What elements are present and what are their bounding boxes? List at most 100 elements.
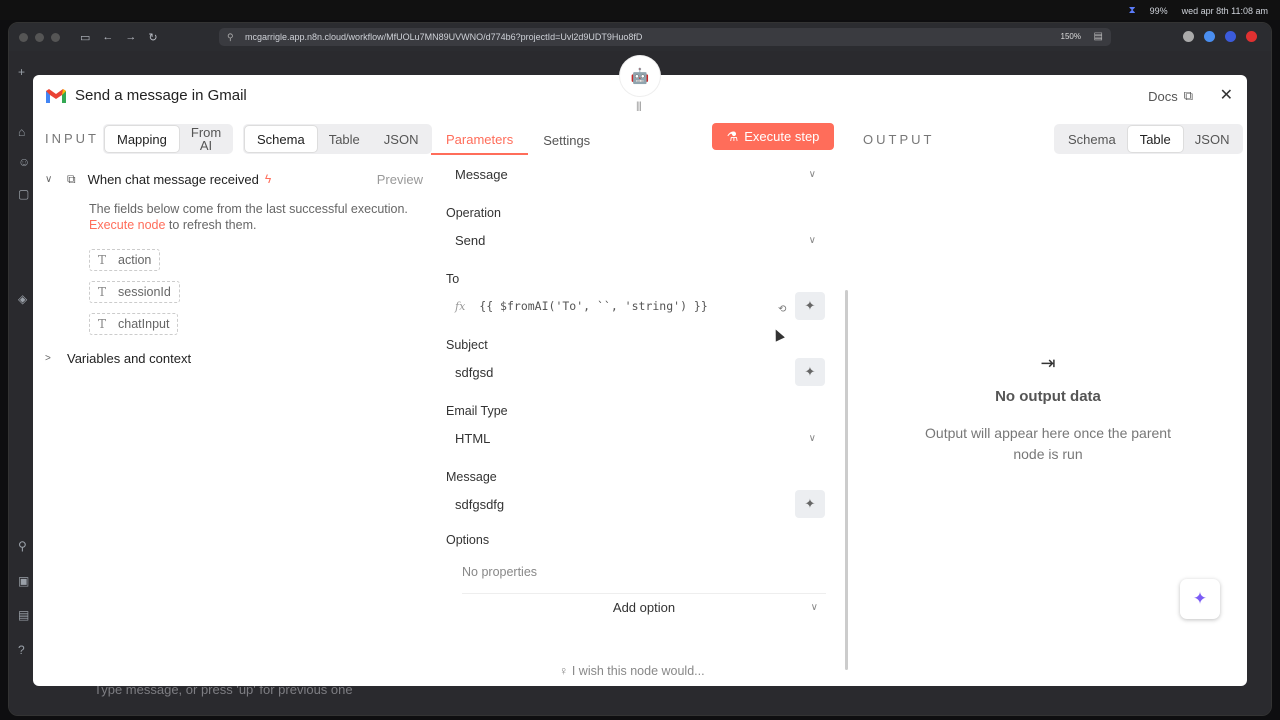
lightbulb-icon: ♀ [559, 664, 569, 678]
zoom-level[interactable]: 150% [1061, 32, 1081, 41]
chevron-down-icon: ∨ [808, 432, 816, 444]
output-view-toggle: Schema Table JSON [1054, 124, 1244, 154]
email-type-label: Email Type [446, 404, 508, 418]
from-ai-sparkle-icon[interactable]: ✦ [795, 292, 825, 320]
input-json-tab[interactable]: JSON [372, 126, 431, 152]
schema-field-chatinput[interactable]: T chatInput [89, 313, 179, 335]
from-ai-sparkle-icon[interactable]: ✦ [795, 490, 825, 518]
chevron-down-icon: ∨ [808, 234, 816, 246]
window-controls[interactable] [19, 32, 60, 42]
input-view-toggle: Schema Table JSON [243, 124, 433, 154]
feedback-link[interactable]: ♀ I wish this node would... [559, 664, 705, 678]
system-menubar: ⧗ 99% wed apr 8th 11:08 am [0, 0, 1280, 20]
from-ai-sparkle-icon[interactable]: ✦ [795, 358, 825, 386]
extension-icon[interactable] [1204, 31, 1215, 42]
modal-header: Send a message in Gmail [45, 87, 247, 104]
output-table-tab[interactable]: Table [1127, 126, 1183, 152]
input-node-name: When chat message received [87, 171, 259, 187]
feedback-text: I wish this node would... [571, 664, 705, 678]
robot-icon[interactable]: 🤖 [620, 56, 660, 96]
add-option-label: Add option [612, 600, 676, 615]
chevron-down-icon: ∨ [810, 602, 818, 613]
input-schema-tab[interactable]: Schema [245, 126, 317, 152]
clock: wed apr 8th 11:08 am [1181, 5, 1268, 16]
output-json-tab[interactable]: JSON [1183, 126, 1242, 152]
operation-label: Operation [446, 206, 501, 220]
chevron-right-icon[interactable]: > [45, 353, 59, 364]
schema-field-sessionid[interactable]: T sessionId [89, 281, 180, 303]
text-type-icon: T [98, 317, 107, 331]
chevron-down-icon: ∨ [808, 168, 816, 180]
operation-value: Send [455, 232, 486, 248]
no-properties-text: No properties [462, 565, 538, 579]
user-icon[interactable]: ☺ [18, 155, 30, 169]
input-node-row[interactable]: ∨ ⧉ When chat message received ϟ Preview [45, 170, 425, 188]
input-table-tab[interactable]: Table [317, 126, 372, 152]
lightning-icon: ϟ [264, 172, 272, 186]
execute-label: Execute step [744, 129, 820, 144]
input-mode-toggle: Mapping From AI [103, 124, 233, 154]
search-icon[interactable]: ⚲ [18, 539, 27, 553]
hint-suffix: to refresh them. [165, 218, 257, 232]
empty-title: No output data [995, 388, 1101, 405]
add-option-select[interactable]: Add option ∨ [462, 593, 826, 621]
close-icon[interactable]: ✕ [1220, 85, 1233, 105]
chevron-down-icon[interactable]: ∨ [45, 174, 59, 185]
variables-context-row[interactable]: > Variables and context [45, 351, 191, 366]
modal-title: Send a message in Gmail [75, 87, 247, 104]
tab-parameters[interactable]: Parameters [431, 125, 529, 155]
operation-select[interactable]: Send ∨ [446, 225, 826, 255]
arrow-to-bar-icon: ⇥ [1040, 353, 1056, 373]
address-bar[interactable]: ⚲ mcgarrigle.app.n8n.cloud/workflow/MfUO… [219, 28, 1111, 46]
docs-label: Docs [1148, 88, 1178, 104]
message-input[interactable]: sdfgsdfg [446, 489, 826, 519]
field-name: chatInput [118, 317, 170, 331]
help-icon[interactable]: ? [18, 643, 25, 657]
from-ai-option[interactable]: From AI [179, 126, 231, 152]
doc-icon[interactable]: ▤ [18, 608, 29, 622]
hint-text: The fields below come from the last succ… [89, 202, 408, 216]
extension-icon[interactable] [1246, 31, 1257, 42]
chat-icon[interactable]: ▢ [18, 187, 29, 201]
fx-icon: fx [455, 299, 466, 313]
reset-icon[interactable]: ⟲ [778, 304, 786, 315]
variables-label: Variables and context [67, 351, 192, 366]
site-settings-icon[interactable]: ⚲ [227, 32, 239, 43]
message-value: sdfgsdfg [455, 496, 505, 512]
layers-icon[interactable]: ◈ [18, 292, 27, 306]
preview-link[interactable]: Preview [377, 172, 423, 187]
schema-field-action[interactable]: T action [89, 249, 161, 271]
tab-settings[interactable]: Settings [528, 125, 605, 155]
to-expression-field[interactable]: fx {{ $fromAI('To', ``, 'string') }} [446, 291, 826, 321]
ai-assistant-sparkle-icon[interactable]: ✦ [1180, 579, 1220, 619]
drag-handle-icon[interactable]: ||| [636, 101, 642, 112]
mapping-option[interactable]: Mapping [105, 126, 179, 152]
docs-link[interactable]: Docs ⧉ [1148, 88, 1193, 104]
forward-icon[interactable]: → [125, 31, 136, 44]
reload-icon[interactable]: ↻ [148, 31, 157, 44]
options-label: Options [446, 533, 490, 547]
browser-toolbar: ▭ ← → ↻ ⚲ mcgarrigle.app.n8n.cloud/workf… [9, 23, 1271, 51]
output-section-label: OUTPUT [863, 132, 935, 147]
output-schema-tab[interactable]: Schema [1056, 126, 1128, 152]
chat-trigger-icon: ⧉ [67, 171, 76, 186]
resource-select[interactable]: Message ∨ [446, 159, 826, 189]
extension-icon[interactable] [1225, 31, 1236, 42]
message-label: Message [446, 470, 497, 484]
execute-node-link[interactable]: Execute node [89, 218, 165, 232]
battery-status: 99% [1149, 5, 1168, 16]
execute-step-button[interactable]: ⚗ Execute step [712, 123, 834, 150]
input-section-label: INPUT [45, 131, 99, 146]
add-icon[interactable]: + [18, 65, 25, 79]
extension-icon[interactable] [1183, 31, 1194, 42]
back-icon[interactable]: ← [102, 31, 113, 44]
subject-input[interactable]: sdfgsd [446, 357, 826, 387]
box-icon[interactable]: ▣ [18, 574, 29, 588]
home-icon[interactable]: ⌂ [18, 125, 25, 139]
sidebar-toggle-icon[interactable]: ▭ [80, 31, 90, 44]
output-empty-state: ⇥ No output data Output will appear here… [913, 353, 1183, 465]
reader-icon[interactable]: ▤ [1094, 31, 1103, 42]
email-type-select[interactable]: HTML ∨ [446, 423, 826, 453]
to-expression: {{ $fromAI('To', ``, 'string') }} [479, 299, 708, 313]
params-scrollbar[interactable] [845, 290, 848, 670]
